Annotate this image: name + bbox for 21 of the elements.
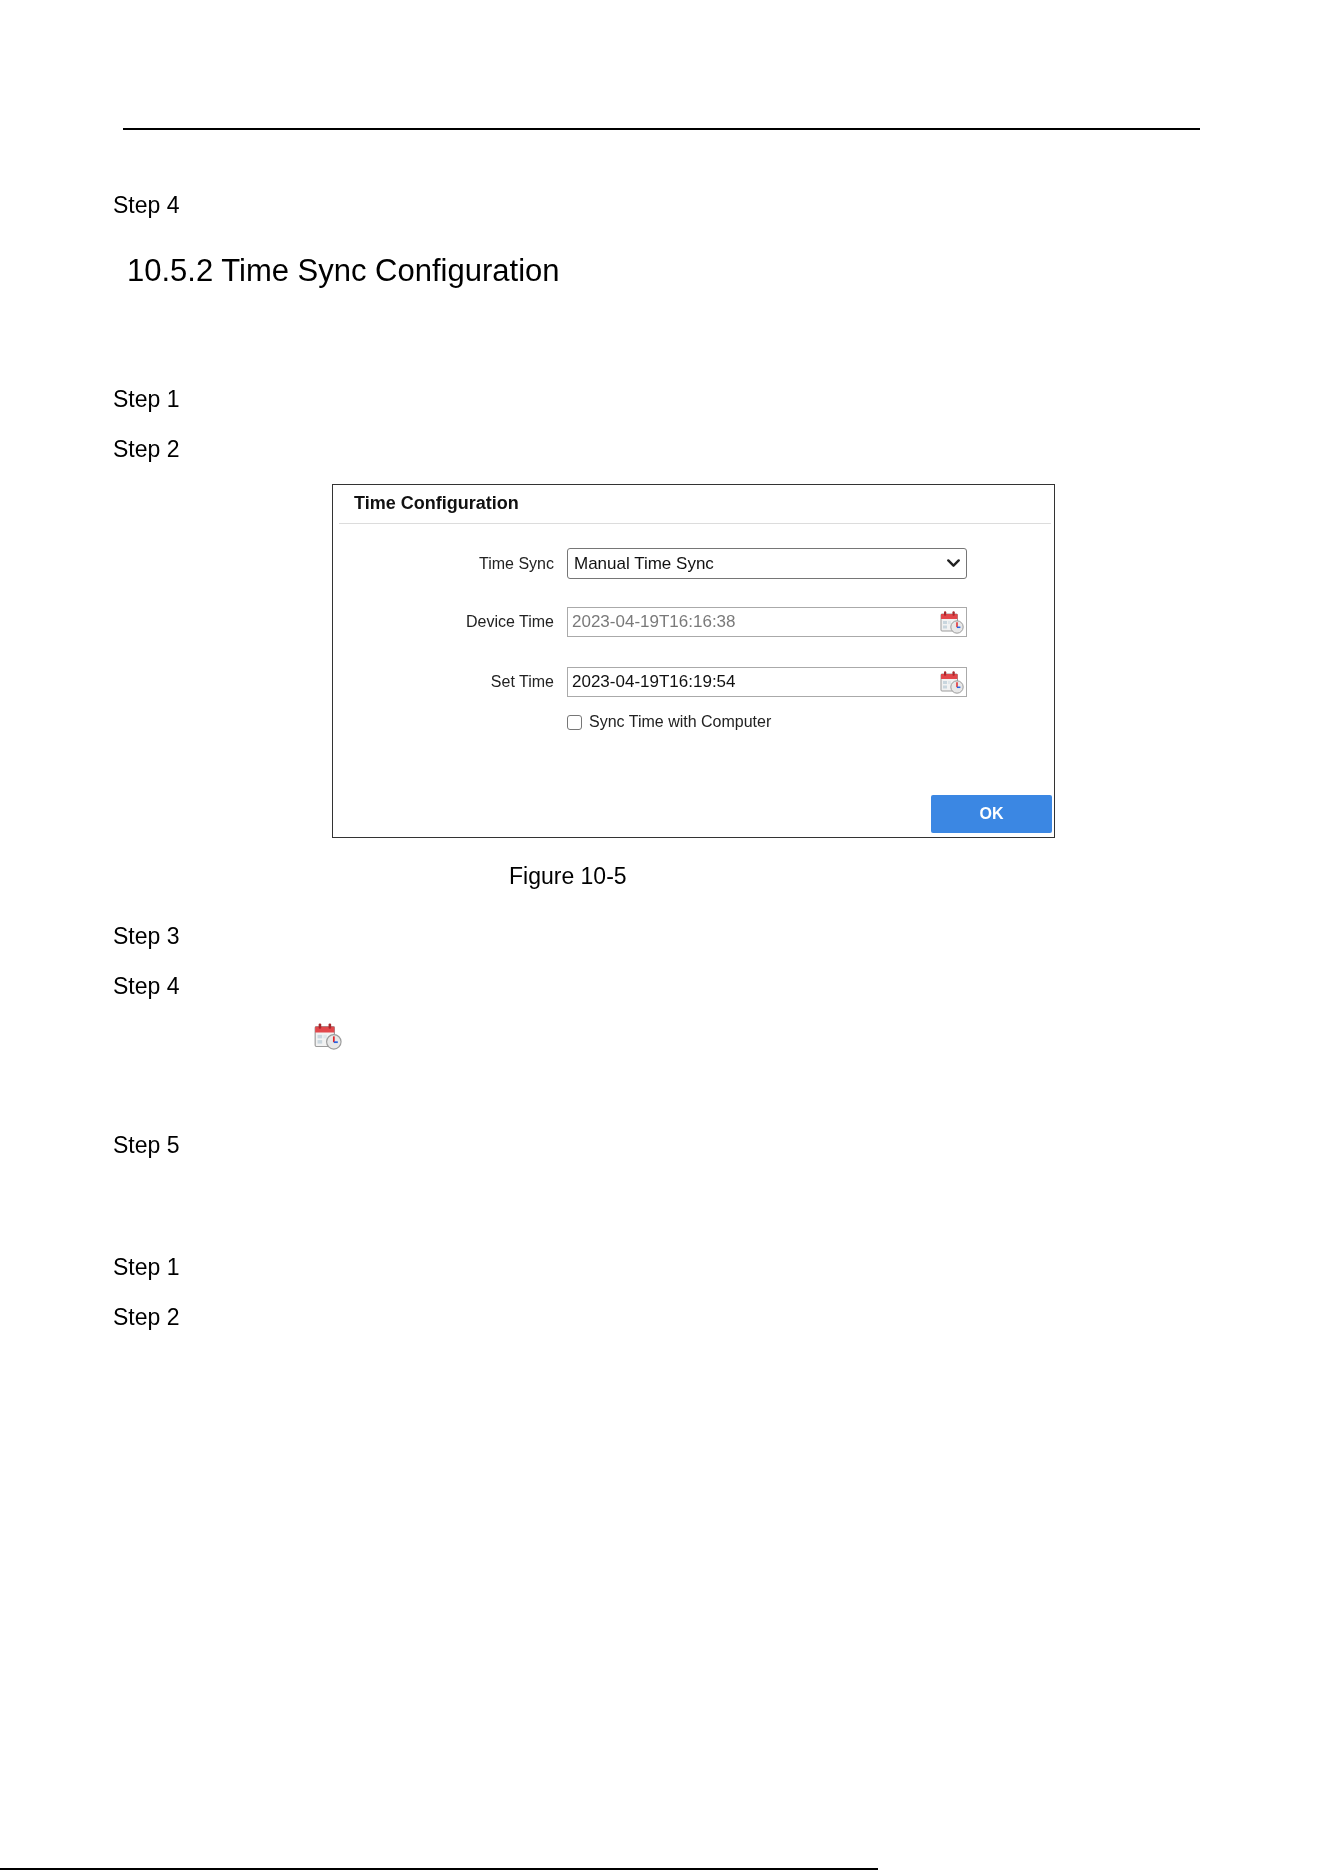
step-label: Step 2	[113, 435, 180, 463]
figure-caption: Figure 10-5	[509, 862, 627, 890]
chevron-down-icon	[947, 559, 960, 568]
datetime-field[interactable]: 2023-04-19T16:19:54	[567, 667, 967, 697]
calendar-clock-icon[interactable]	[940, 670, 964, 694]
panel-title: Time Configuration	[354, 493, 519, 513]
section-heading: 10.5.2 Time Sync Configuration	[127, 252, 560, 290]
checkbox[interactable]	[567, 714, 582, 730]
step-label: Step 1	[113, 1253, 180, 1281]
step-label: Step 1	[113, 385, 180, 413]
step-label: Step 4	[113, 191, 180, 219]
field-label: Device Time	[465, 613, 554, 631]
step-label: Step 4	[113, 972, 180, 1000]
field-label: Time Sync	[479, 554, 554, 573]
step-label: Step 5	[113, 1131, 180, 1159]
field-label: Set Time	[490, 673, 554, 691]
ok-button[interactable]: OK	[931, 795, 1052, 833]
checkbox-label: Sync Time with Computer	[589, 713, 772, 731]
step-label: Step 3	[113, 922, 180, 950]
step-label: Step 2	[113, 1303, 180, 1331]
dropdown[interactable]: Manual Time Sync	[567, 548, 967, 579]
